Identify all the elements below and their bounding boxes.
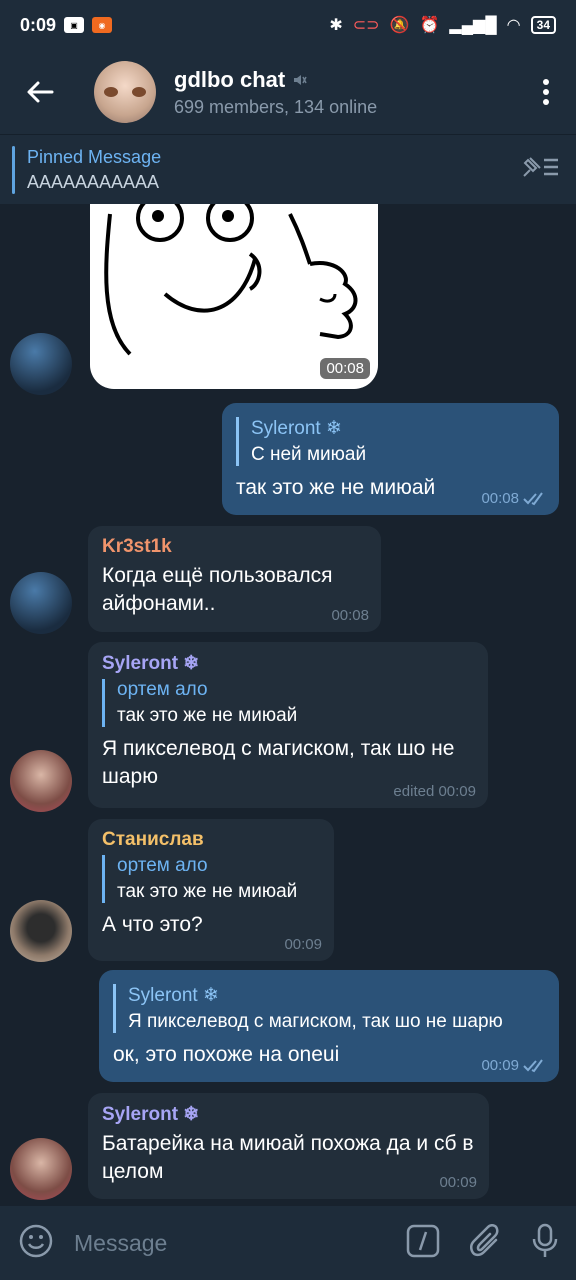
incoming-message[interactable]: Syleront ❄ ортем ало так это же не миюай… (88, 642, 488, 808)
reply-preview[interactable]: Syleront ❄ Я пикселевод с магиском, так … (113, 984, 545, 1033)
reply-sender: ортем ало (117, 855, 208, 876)
signal-icon: ▂▄▆█ (449, 17, 497, 34)
avatar[interactable] (10, 1138, 72, 1200)
wifi-icon: ◠ (506, 17, 521, 34)
battery-indicator: 34 (530, 16, 556, 34)
mi-notification-icon: ◉ (92, 17, 113, 33)
outgoing-message[interactable]: Syleront ❄ Я пикселевод с магиском, так … (99, 970, 559, 1082)
message-list[interactable]: 00:08 Syleront ❄ С ней миюай так это же … (0, 204, 576, 1206)
message-time: 00:09 (284, 936, 322, 953)
double-check-icon (523, 491, 543, 505)
sender-name[interactable]: Syleront ❄ (102, 652, 474, 675)
alarm-icon: ⏰ (419, 17, 440, 34)
app-notification-icon: ▣ (64, 17, 85, 33)
pinned-message-bar[interactable]: Pinned Message AAAAAAAAAAA (0, 134, 576, 204)
muted-icon (294, 74, 307, 85)
reply-sender: Syleront ❄ (251, 418, 342, 439)
vpn-icon: ⊂⊃ (352, 17, 380, 34)
chat-header: gdlbo chat 699 members, 134 online (0, 50, 576, 134)
message-time: edited 00:09 (393, 783, 476, 800)
incoming-message[interactable]: Syleront ❄ Батарейка на миюай похожа да … (88, 1093, 489, 1199)
message-time: 00:09 (439, 1174, 477, 1191)
more-options-button[interactable] (516, 50, 576, 134)
microphone-icon (532, 1223, 558, 1257)
attach-button[interactable] (469, 1223, 502, 1263)
chat-title: gdlbo chat (174, 66, 286, 92)
reply-text: С ней миюай (251, 444, 367, 465)
chat-avatar[interactable] (94, 61, 156, 123)
sender-name[interactable]: Syleront ❄ (102, 1103, 475, 1126)
message-text: ок, это похоже на oneui (113, 1043, 340, 1066)
message-time: 00:08 (331, 607, 369, 624)
emoji-button[interactable] (18, 1223, 54, 1264)
reply-sender: ортем ало (117, 679, 208, 700)
reply-sender: Syleront ❄ (128, 985, 219, 1006)
more-vertical-icon (543, 79, 549, 105)
mute-icon: 🔕 (389, 17, 410, 34)
avatar[interactable] (10, 333, 72, 395)
emoji-icon (19, 1224, 53, 1257)
incoming-message[interactable]: Станислав ортем ало так это же не миюай … (88, 819, 334, 961)
pin-list-icon (523, 157, 558, 177)
message-composer: Message (0, 1206, 576, 1280)
status-bar: 0:09 ▣ ◉ ✱ ⊂⊃ 🔕 ⏰ ▂▄▆█ ◠ 34 (0, 0, 576, 50)
sticker-message[interactable]: 00:08 (90, 204, 378, 389)
pinned-indicator (12, 145, 15, 194)
arrow-left-icon (27, 81, 54, 103)
sender-name[interactable]: Kr3st1k (102, 536, 367, 558)
chat-subtitle: 699 members, 134 online (174, 96, 378, 117)
slash-command-icon (406, 1224, 440, 1257)
reply-text: так это же не миюай (117, 705, 298, 726)
bluetooth-icon: ✱ (329, 17, 343, 34)
status-time: 0:09 (20, 14, 57, 35)
message-time: 00:08 (481, 490, 519, 507)
bot-commands-button[interactable] (406, 1224, 440, 1263)
reply-preview[interactable]: Syleront ❄ С ней миюай (236, 417, 545, 466)
pinned-title: Pinned Message (27, 146, 162, 167)
double-check-icon (523, 1058, 543, 1072)
reply-preview[interactable]: ортем ало так это же не миюай (102, 679, 474, 727)
reply-text: так это же не миюай (117, 881, 298, 902)
message-time: 00:09 (481, 1057, 519, 1074)
pinned-list-button[interactable] (520, 154, 560, 185)
paperclip-icon (469, 1223, 499, 1256)
pinned-text: AAAAAAAAAAA (27, 171, 160, 192)
message-text: Батарейка на миюай похожа да и сб в цело… (102, 1132, 474, 1183)
avatar[interactable] (10, 900, 72, 962)
chat-info[interactable]: gdlbo chat 699 members, 134 online (174, 67, 377, 118)
message-input[interactable]: Message (74, 1230, 406, 1257)
avatar[interactable] (10, 572, 72, 634)
voice-message-button[interactable] (532, 1223, 558, 1264)
incoming-message[interactable]: Kr3st1k Когда ещё пользовался айфонами..… (88, 526, 381, 632)
reply-text: Я пикселевод с магиском, так шо не шарю (128, 1011, 503, 1032)
reply-preview[interactable]: ортем ало так это же не миюай (102, 855, 320, 903)
sender-name[interactable]: Станислав (102, 829, 320, 851)
avatar[interactable] (10, 750, 72, 812)
back-button[interactable] (0, 50, 80, 134)
message-time: 00:08 (320, 358, 370, 379)
message-text: А что это? (102, 913, 203, 936)
outgoing-message[interactable]: Syleront ❄ С ней миюай так это же не мию… (222, 403, 559, 515)
